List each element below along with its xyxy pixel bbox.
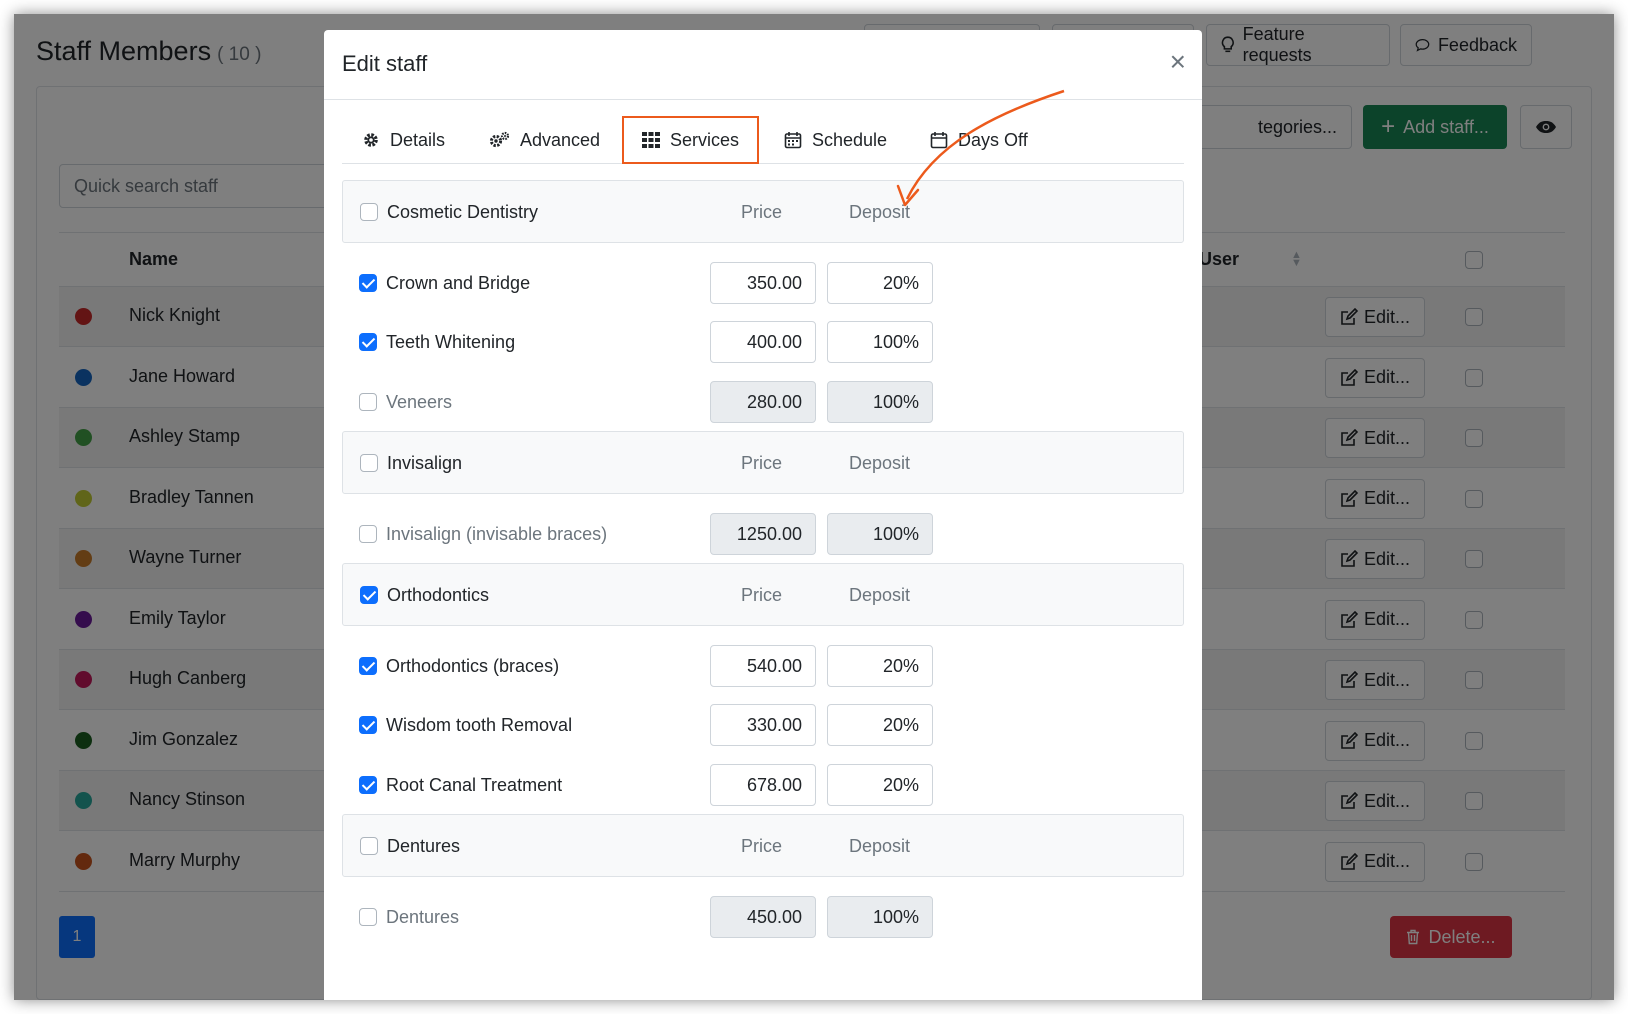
service-checkbox[interactable] xyxy=(359,274,377,292)
deposit-header: Deposit xyxy=(849,202,911,222)
price-input[interactable]: 350.00 xyxy=(710,262,816,304)
service-checkbox[interactable] xyxy=(359,908,377,926)
tab-details-label: Details xyxy=(390,129,446,150)
price-input[interactable]: 280.00 xyxy=(710,381,816,423)
service-group: Orthodontics Price Deposit xyxy=(342,563,1184,626)
price-input[interactable]: 330.00 xyxy=(710,704,816,746)
group-checkbox[interactable] xyxy=(360,454,378,472)
deposit-input[interactable]: 100% xyxy=(827,381,933,423)
deposit-input[interactable]: 20% xyxy=(827,704,933,746)
close-icon[interactable]: × xyxy=(1170,48,1186,76)
edit-staff-modal: Edit staff × Details Advanced Services S… xyxy=(324,30,1202,1000)
modal-header: Edit staff × xyxy=(324,30,1202,100)
price-input[interactable]: 540.00 xyxy=(710,645,816,687)
deposit-input[interactable]: 20% xyxy=(827,262,933,304)
grid-icon xyxy=(642,132,660,148)
price-input[interactable]: 450.00 xyxy=(710,896,816,938)
service-name: Dentures xyxy=(386,907,460,927)
service-row: Invisalign (invisable braces) 1250.00 100% xyxy=(342,513,1184,557)
group-name: Dentures xyxy=(387,836,461,856)
tab-bar: Details Advanced Services Schedule Days … xyxy=(342,116,1184,164)
price-header: Price xyxy=(741,836,783,856)
service-name: Veneers xyxy=(386,392,453,412)
tab-details[interactable]: Details xyxy=(362,116,445,164)
deposit-input[interactable]: 100% xyxy=(827,321,933,363)
service-checkbox[interactable] xyxy=(359,716,377,734)
group-name: Orthodontics xyxy=(387,585,490,605)
tab-services-label: Services xyxy=(670,129,740,150)
price-input[interactable]: 678.00 xyxy=(710,764,816,806)
tab-advanced[interactable]: Advanced xyxy=(488,116,600,164)
deposit-header: Deposit xyxy=(849,836,911,856)
service-name: Teeth Whitening xyxy=(386,332,516,352)
service-name: Root Canal Treatment xyxy=(386,775,563,795)
service-row: Teeth Whitening 400.00 100% xyxy=(342,321,1184,365)
price-input[interactable]: 400.00 xyxy=(710,321,816,363)
service-row: Orthodontics (braces) 540.00 20% xyxy=(342,645,1184,689)
gears-icon xyxy=(489,131,510,148)
group-checkbox[interactable] xyxy=(360,586,378,604)
service-row: Dentures 450.00 100% xyxy=(342,896,1184,940)
service-name: Orthodontics (braces) xyxy=(386,656,560,676)
service-row: Root Canal Treatment 678.00 20% xyxy=(342,764,1184,808)
price-header: Price xyxy=(741,585,783,605)
service-name: Crown and Bridge xyxy=(386,273,531,293)
deposit-input[interactable]: 20% xyxy=(827,764,933,806)
service-checkbox[interactable] xyxy=(359,657,377,675)
service-name: Wisdom tooth Removal xyxy=(386,715,573,735)
tab-days-off[interactable]: Days Off xyxy=(930,116,1028,164)
service-row: Veneers 280.00 100% xyxy=(342,381,1184,425)
service-group: Cosmetic Dentistry Price Deposit xyxy=(342,180,1184,243)
screen: Staff Members( 10 ) Feature requests Fee… xyxy=(14,14,1614,1000)
group-checkbox[interactable] xyxy=(360,203,378,221)
service-group: Dentures Price Deposit xyxy=(342,814,1184,877)
tab-schedule-label: Schedule xyxy=(812,129,888,150)
service-checkbox[interactable] xyxy=(359,525,377,543)
service-checkbox[interactable] xyxy=(359,393,377,411)
service-checkbox[interactable] xyxy=(359,776,377,794)
price-input[interactable]: 1250.00 xyxy=(710,513,816,555)
group-name: Cosmetic Dentistry xyxy=(387,202,539,222)
tab-schedule[interactable]: Schedule xyxy=(784,116,887,164)
calendar-icon xyxy=(784,132,802,149)
group-name: Invisalign xyxy=(387,453,463,473)
price-header: Price xyxy=(741,202,783,222)
modal-title: Edit staff xyxy=(342,51,428,76)
service-checkbox[interactable] xyxy=(359,333,377,351)
deposit-input[interactable]: 100% xyxy=(827,513,933,555)
service-name: Invisalign (invisable braces) xyxy=(386,524,608,544)
service-row: Wisdom tooth Removal 330.00 20% xyxy=(342,704,1184,748)
deposit-header: Deposit xyxy=(849,453,911,473)
tab-advanced-label: Advanced xyxy=(520,129,601,150)
service-group: Invisalign Price Deposit xyxy=(342,431,1184,494)
deposit-input[interactable]: 100% xyxy=(827,896,933,938)
tab-services[interactable]: Services xyxy=(622,116,760,164)
service-row: Crown and Bridge 350.00 20% xyxy=(342,262,1184,306)
group-checkbox[interactable] xyxy=(360,837,378,855)
calendar-blank-icon xyxy=(930,132,948,149)
gear-icon xyxy=(364,133,378,147)
deposit-header: Deposit xyxy=(849,585,911,605)
deposit-input[interactable]: 20% xyxy=(827,645,933,687)
tab-days-off-label: Days Off xyxy=(958,129,1028,150)
price-header: Price xyxy=(741,453,783,473)
